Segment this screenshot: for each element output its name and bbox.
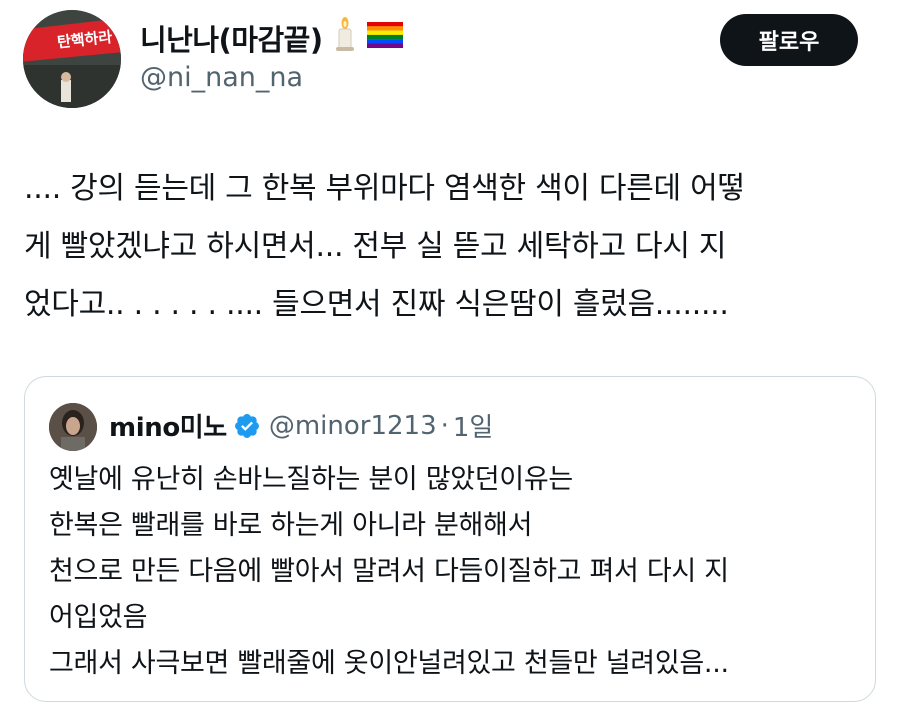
quote-timestamp[interactable]: 1일 — [453, 407, 493, 444]
quote-author-handle[interactable]: @minor1213 — [269, 411, 437, 441]
quote-author-avatar[interactable] — [49, 403, 97, 451]
author-display-name-row[interactable]: 니난나(마감끝) — [140, 16, 403, 59]
quote-line: 그래서 사극보면 빨래줄에 옷이안널려있고 천들만 널려있음... — [49, 648, 729, 679]
author-display-name[interactable]: 니난나(마감끝) — [140, 17, 323, 59]
quote-line: 옛날에 유난히 손바느질하는 분이 많았던이유는 — [49, 464, 573, 495]
tweet-line: 었다고.. . . . . . .... 들으면서 진짜 식은땀이 흘렀음...… — [24, 287, 729, 322]
rainbow-flag-icon — [366, 21, 403, 55]
tweet-line: 게 빨았겠냐고 하시면서... 전부 실 뜯고 세탁하고 다시 지 — [24, 229, 727, 264]
tweet-page: 탄핵하라 니난나(마감끝) @ni_nan_na 팔로우 .... 강의 듣는데… — [0, 0, 900, 714]
tweet-line: .... 강의 듣는데 그 한복 부위마다 염색한 색이 다른데 어떻 — [24, 171, 745, 206]
quote-author-name[interactable]: mino미노 — [109, 407, 227, 444]
candle-icon — [331, 16, 359, 59]
follow-button[interactable]: 팔로우 — [720, 14, 858, 66]
quote-line: 천으로 만든 다음에 빨아서 말려서 다듬이질하고 펴서 다시 지 — [49, 556, 729, 587]
quote-header: mino미노 @minor1213 · 1일 — [109, 407, 493, 444]
verified-badge-icon — [233, 412, 261, 440]
quote-separator: · — [440, 410, 449, 441]
author-avatar[interactable]: 탄핵하라 — [23, 10, 121, 108]
quoted-tweet-card[interactable]: mino미노 @minor1213 · 1일 옛날에 유난히 손바느질하는 분이… — [24, 376, 876, 702]
author-handle[interactable]: @ni_nan_na — [140, 62, 303, 93]
quote-line: 한복은 빨래를 바로 하는게 아니라 분해해서 — [49, 510, 533, 541]
tweet-text: .... 강의 듣는데 그 한복 부위마다 염색한 색이 다른데 어떻 게 빨았… — [24, 160, 884, 334]
quote-line: 어입었음 — [49, 602, 148, 633]
quote-text: 옛날에 유난히 손바느질하는 분이 많았던이유는 한복은 빨래를 바로 하는게 … — [49, 457, 859, 687]
